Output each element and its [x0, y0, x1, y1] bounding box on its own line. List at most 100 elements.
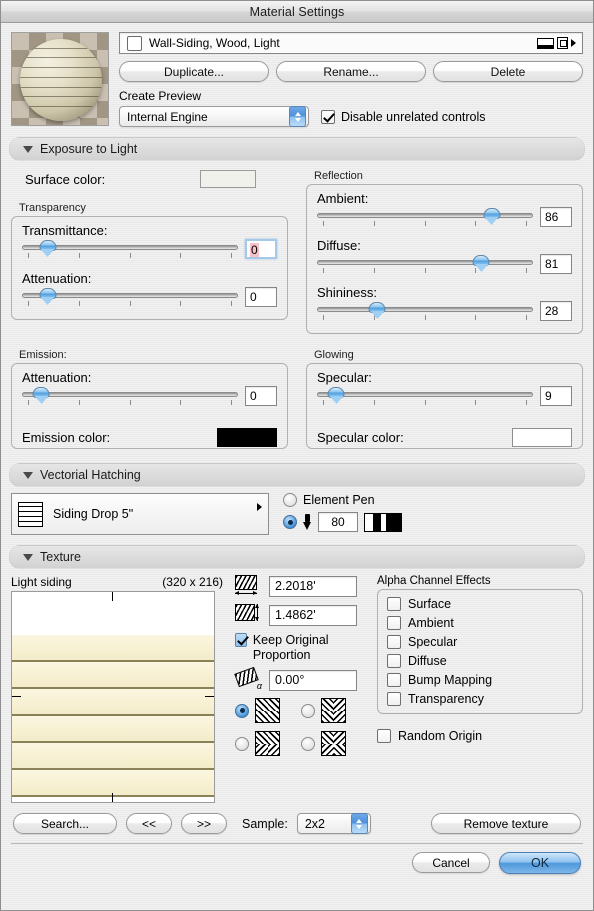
- specular-slider[interactable]: [317, 387, 533, 408]
- disclosure-triangle-icon[interactable]: [23, 145, 33, 153]
- section-header-exposure[interactable]: Exposure to Light: [9, 137, 585, 161]
- slider-thumb[interactable]: [327, 387, 345, 404]
- mirror-option-3[interactable]: [235, 731, 293, 756]
- disable-unrelated-checkbox[interactable]: [321, 109, 335, 124]
- alpha-checkbox-bump-mapping[interactable]: [387, 673, 401, 687]
- section-header-hatching[interactable]: Vectorial Hatching: [9, 463, 585, 487]
- sample-select[interactable]: 2x2: [296, 813, 371, 834]
- alpha-item-specular[interactable]: Specular: [387, 635, 573, 649]
- surface-color-row: Surface color:: [25, 170, 288, 188]
- material-name-icons: [537, 37, 578, 49]
- delete-button[interactable]: Delete: [433, 61, 583, 82]
- custom-pen-radio[interactable]: [283, 515, 297, 529]
- shininess-input[interactable]: 28: [540, 301, 572, 321]
- alpha-checkbox-transparency[interactable]: [387, 692, 401, 706]
- material-checkbox[interactable]: [127, 35, 142, 51]
- pen-number-input[interactable]: 80: [318, 512, 358, 532]
- disclosure-triangle-icon[interactable]: [23, 471, 33, 479]
- mirror-option-1[interactable]: [235, 698, 293, 723]
- alpha-item-transparency[interactable]: Transparency: [387, 692, 573, 706]
- specular-color-swatch[interactable]: [512, 428, 572, 447]
- rename-button[interactable]: Rename...: [276, 61, 426, 82]
- disclosure-triangle-icon[interactable]: [23, 553, 33, 561]
- emission-color-swatch[interactable]: [217, 428, 277, 447]
- alpha-checkbox-diffuse[interactable]: [387, 654, 401, 668]
- sample-stepper-icon[interactable]: [350, 813, 368, 834]
- diffuse-input[interactable]: 81: [540, 254, 572, 274]
- list-view-icon[interactable]: [537, 37, 554, 49]
- emission-color-label: Emission color:: [22, 430, 111, 445]
- texture-angle-row: α 0.00°: [234, 666, 365, 691]
- alpha-checkbox-ambient[interactable]: [387, 616, 401, 630]
- transmittance-slider[interactable]: [22, 240, 238, 261]
- disable-unrelated-row[interactable]: Disable unrelated controls: [321, 109, 486, 124]
- engine-stepper-icon[interactable]: [289, 106, 306, 127]
- chevron-right-icon[interactable]: [571, 39, 576, 47]
- slider-thumb[interactable]: [39, 240, 57, 257]
- previous-button[interactable]: <<: [126, 813, 172, 834]
- alpha-item-ambient[interactable]: Ambient: [387, 616, 573, 630]
- texture-height-input[interactable]: 1.4862': [269, 604, 357, 626]
- transparency-attenuation-slider[interactable]: [22, 288, 238, 309]
- section-header-texture[interactable]: Texture: [9, 545, 585, 569]
- slider-thumb[interactable]: [32, 387, 50, 404]
- alpha-item-surface[interactable]: Surface: [387, 597, 573, 611]
- ok-button[interactable]: OK: [499, 852, 581, 874]
- random-origin-row[interactable]: Random Origin: [377, 729, 583, 743]
- preview-sphere: [20, 39, 102, 121]
- random-origin-checkbox[interactable]: [377, 729, 391, 743]
- mirror-option-2[interactable]: [301, 698, 359, 723]
- specular-input[interactable]: 9: [540, 386, 572, 406]
- transmittance-input[interactable]: 0: [245, 239, 277, 259]
- mirror-radio-4[interactable]: [301, 736, 315, 751]
- mirror-radio-3[interactable]: [235, 736, 249, 751]
- mirror-radio-1[interactable]: [235, 703, 249, 718]
- texture-angle-input[interactable]: 0.00°: [269, 669, 357, 691]
- cancel-button[interactable]: Cancel: [412, 852, 490, 873]
- keep-proportion-checkbox[interactable]: [235, 633, 247, 647]
- chevron-right-icon[interactable]: [257, 503, 262, 511]
- diffuse-slider[interactable]: [317, 255, 533, 276]
- ambient-input[interactable]: 86: [540, 207, 572, 227]
- element-pen-radio[interactable]: [283, 493, 297, 507]
- page-icon[interactable]: [557, 37, 568, 49]
- element-pen-row[interactable]: Element Pen: [283, 493, 583, 507]
- slider-thumb[interactable]: [483, 208, 501, 225]
- transparency-attenuation-label: Attenuation:: [22, 271, 92, 286]
- mirror-option-4[interactable]: [301, 731, 359, 756]
- pen-color-swatch[interactable]: [364, 512, 402, 532]
- emission-group: Attenuation: 0 Emission color:: [11, 363, 288, 449]
- slider-thumb[interactable]: [472, 255, 490, 272]
- transparency-attenuation-input[interactable]: 0: [245, 287, 277, 307]
- texture-width-input[interactable]: 2.2018': [269, 575, 357, 597]
- keep-proportion-row[interactable]: Keep Original Proportion: [235, 633, 365, 663]
- alpha-checkbox-specular[interactable]: [387, 635, 401, 649]
- hatch-pattern-select[interactable]: Siding Drop 5": [11, 493, 269, 535]
- emission-attenuation-slider[interactable]: [22, 387, 238, 408]
- search-button[interactable]: Search...: [13, 813, 117, 834]
- ambient-slider[interactable]: [317, 208, 533, 229]
- mirror-pattern-icon-1: [255, 698, 280, 723]
- mirror-mode-group: [235, 698, 365, 756]
- alpha-checkbox-surface[interactable]: [387, 597, 401, 611]
- alpha-item-diffuse[interactable]: Diffuse: [387, 654, 573, 668]
- remove-texture-button[interactable]: Remove texture: [431, 813, 581, 834]
- slider-thumb[interactable]: [368, 302, 386, 319]
- duplicate-button[interactable]: Duplicate...: [119, 61, 269, 82]
- slider-thumb[interactable]: [39, 288, 57, 305]
- transmittance-value: 0: [250, 243, 259, 257]
- material-name-label: Wall-Siding, Wood, Light: [149, 36, 280, 50]
- emission-attenuation-input[interactable]: 0: [245, 386, 277, 406]
- texture-preview-image[interactable]: [11, 591, 215, 803]
- diffuse-label: Diffuse:: [317, 238, 361, 253]
- hatch-pattern-icon: [18, 501, 43, 527]
- material-name-field[interactable]: Wall-Siding, Wood, Light: [119, 32, 583, 54]
- engine-select[interactable]: Internal Engine: [119, 106, 309, 127]
- surface-color-swatch[interactable]: [200, 170, 256, 188]
- shininess-slider[interactable]: [317, 302, 533, 323]
- mirror-radio-2[interactable]: [301, 703, 315, 718]
- diffuse-row: 81: [317, 254, 572, 276]
- next-button[interactable]: >>: [181, 813, 227, 834]
- element-pen-label: Element Pen: [303, 493, 375, 507]
- alpha-item-bump-mapping[interactable]: Bump Mapping: [387, 673, 573, 687]
